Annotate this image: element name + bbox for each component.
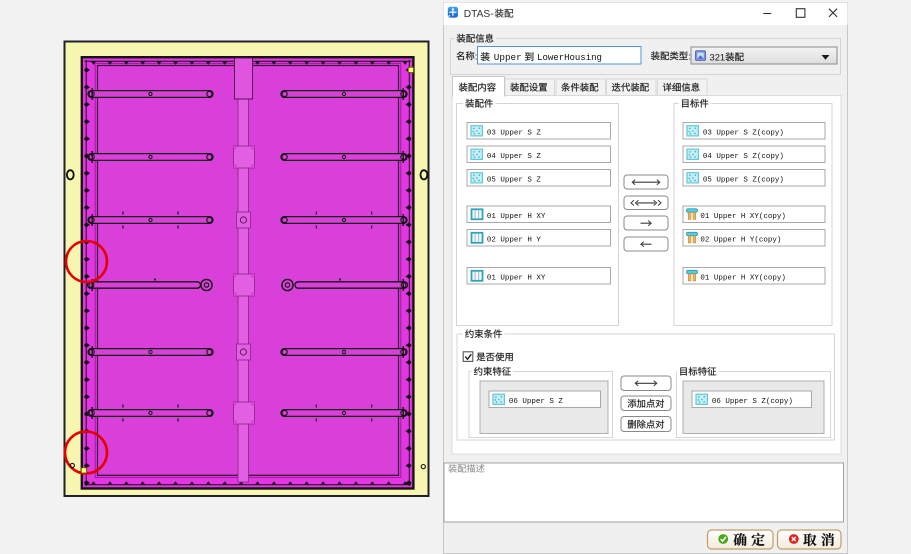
- svg-text:05 Upper S Z(copy): 05 Upper S Z(copy): [703, 177, 784, 185]
- svg-text:01 Upper H XY(copy): 01 Upper H XY(copy): [700, 275, 786, 283]
- svg-text:03 Upper S Z(copy): 03 Upper S Z(copy): [703, 130, 784, 138]
- svg-text:01 Upper H XY(copy): 01 Upper H XY(copy): [700, 213, 786, 221]
- svg-text:06 Upper S Z(copy): 06 Upper S Z(copy): [712, 398, 793, 406]
- svg-text:Upper: Upper: [494, 52, 522, 63]
- svg-text:LowerHousing: LowerHousing: [537, 53, 602, 63]
- svg-text:01 Upper H XY: 01 Upper H XY: [487, 213, 546, 221]
- svg-text:03 Upper S Z: 03 Upper S Z: [487, 130, 542, 138]
- svg-text:01 Upper H XY: 01 Upper H XY: [487, 275, 546, 283]
- svg-text::: :: [688, 50, 691, 61]
- svg-text:02 Upper H Y: 02 Upper H Y: [487, 237, 542, 245]
- svg-text:04 Upper S Z(copy): 04 Upper S Z(copy): [703, 153, 784, 161]
- svg-text:DTAS-: DTAS-: [464, 9, 494, 20]
- svg-text:04 Upper S Z: 04 Upper S Z: [487, 153, 542, 161]
- svg-text:02 Upper H Y(copy): 02 Upper H Y(copy): [700, 237, 781, 245]
- svg-text:06 Upper S Z: 06 Upper S Z: [509, 398, 564, 406]
- svg-text:321: 321: [710, 51, 726, 62]
- svg-text:05 Upper S Z: 05 Upper S Z: [487, 177, 542, 185]
